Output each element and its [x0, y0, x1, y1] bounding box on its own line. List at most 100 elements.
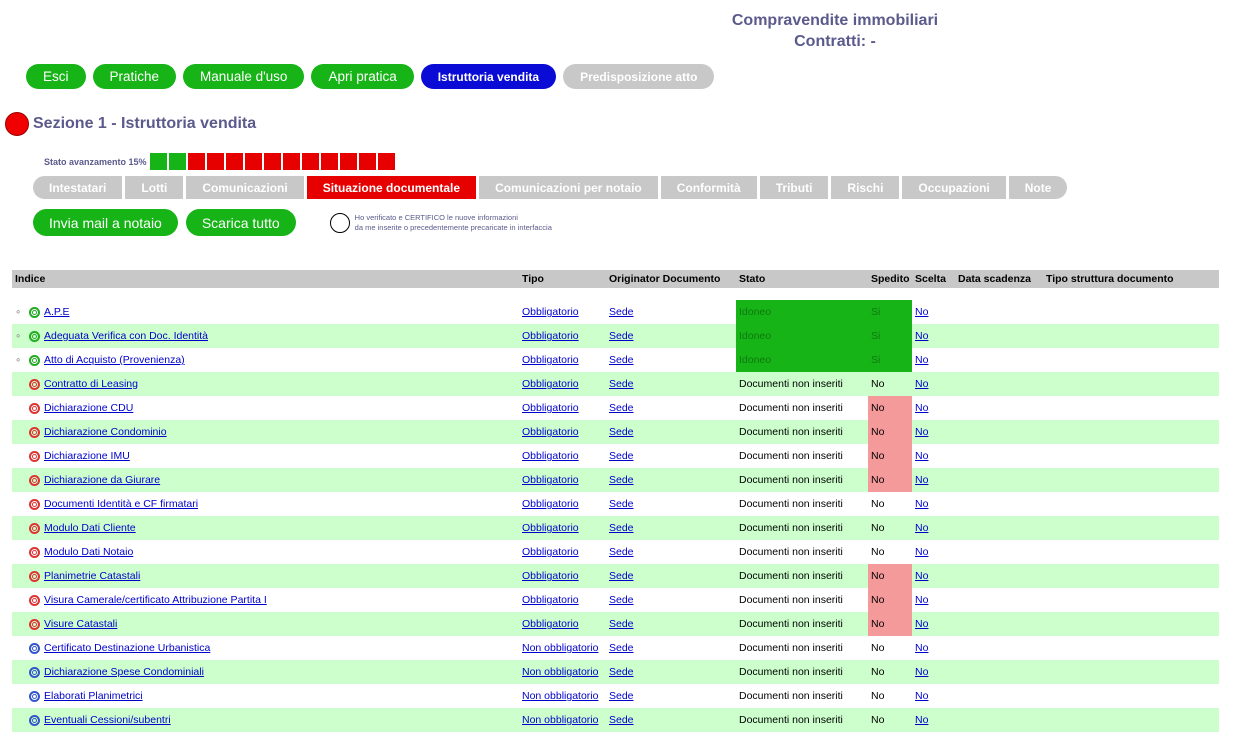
scelta-link[interactable]: No — [915, 474, 928, 486]
tipo-link[interactable]: Obbligatorio — [522, 570, 579, 582]
tipo-link[interactable]: Obbligatorio — [522, 402, 579, 414]
originator-link[interactable]: Sede — [609, 426, 634, 438]
scelta-link[interactable]: No — [915, 354, 928, 366]
col-indice[interactable]: Indice — [12, 270, 519, 288]
col-data-scadenza[interactable]: Data scadenza — [955, 270, 1043, 288]
tipo-link[interactable]: Obbligatorio — [522, 618, 579, 630]
tipo-link[interactable]: Non obbligatorio — [522, 714, 598, 726]
document-link[interactable]: Eventuali Cessioni/subentri — [44, 714, 171, 726]
tipo-link[interactable]: Obbligatorio — [522, 354, 579, 366]
document-link[interactable]: Dichiarazione CDU — [44, 402, 133, 414]
originator-link[interactable]: Sede — [609, 498, 634, 510]
originator-link[interactable]: Sede — [609, 402, 634, 414]
tipo-link[interactable]: Obbligatorio — [522, 522, 579, 534]
tab-rischi[interactable]: Rischi — [831, 176, 900, 199]
scelta-link[interactable]: No — [915, 666, 928, 678]
send-mail-button[interactable]: Invia mail a notaio — [33, 209, 178, 236]
originator-link[interactable]: Sede — [609, 354, 634, 366]
tab-predisposizione-atto[interactable]: Predisposizione atto — [563, 64, 715, 89]
scelta-link[interactable]: No — [915, 522, 928, 534]
document-link[interactable]: A.P.E — [44, 306, 70, 318]
originator-link[interactable]: Sede — [609, 306, 634, 318]
col-stato[interactable]: Stato — [736, 270, 868, 288]
originator-link[interactable]: Sede — [609, 714, 634, 726]
originator-link[interactable]: Sede — [609, 642, 634, 654]
document-link[interactable]: Dichiarazione Condominio — [44, 426, 167, 438]
col-scelta[interactable]: Scelta — [912, 270, 955, 288]
tab-tributi[interactable]: Tributi — [759, 176, 829, 199]
document-link[interactable]: Modulo Dati Notaio — [44, 546, 133, 558]
document-link[interactable]: Adeguata Verifica con Doc. Identità — [44, 330, 208, 342]
tipo-link[interactable]: Non obbligatorio — [522, 642, 598, 654]
apri-pratica-button[interactable]: Apri pratica — [311, 64, 414, 89]
originator-link[interactable]: Sede — [609, 666, 634, 678]
certify-radio[interactable] — [329, 212, 350, 233]
originator-link[interactable]: Sede — [609, 522, 634, 534]
document-link[interactable]: Certificato Destinazione Urbanistica — [44, 642, 210, 654]
document-link[interactable]: Visura Camerale/certificato Attribuzione… — [44, 594, 267, 606]
tipo-link[interactable]: Obbligatorio — [522, 498, 579, 510]
tab-lotti[interactable]: Lotti — [125, 176, 184, 199]
tab-situazione-documentale[interactable]: Situazione documentale — [306, 176, 477, 199]
tab-comunicazioni[interactable]: Comunicazioni — [186, 176, 304, 199]
tipo-link[interactable]: Obbligatorio — [522, 450, 579, 462]
scelta-link[interactable]: No — [915, 690, 928, 702]
document-link[interactable]: Dichiarazione IMU — [44, 450, 130, 462]
scelta-link[interactable]: No — [915, 498, 928, 510]
originator-link[interactable]: Sede — [609, 450, 634, 462]
originator-link[interactable]: Sede — [609, 690, 634, 702]
scelta-link[interactable]: No — [915, 330, 928, 342]
document-link[interactable]: Contratto di Leasing — [44, 378, 138, 390]
scelta-link[interactable]: No — [915, 594, 928, 606]
tipo-link[interactable]: Obbligatorio — [522, 546, 579, 558]
document-link[interactable]: Documenti Identità e CF firmatari — [44, 498, 198, 510]
document-link[interactable]: Elaborati Planimetrici — [44, 690, 143, 702]
tab-note[interactable]: Note — [1008, 176, 1068, 199]
scelta-link[interactable]: No — [915, 402, 928, 414]
scelta-link[interactable]: No — [915, 714, 928, 726]
originator-link[interactable]: Sede — [609, 546, 634, 558]
scelta-link[interactable]: No — [915, 618, 928, 630]
scelta-link[interactable]: No — [915, 306, 928, 318]
tab-intestatari[interactable]: Intestatari — [33, 176, 123, 199]
scelta-link[interactable]: No — [915, 570, 928, 582]
col-originator[interactable]: Originator Documento — [606, 270, 736, 288]
document-link[interactable]: Planimetrie Catastali — [44, 570, 140, 582]
tipo-link[interactable]: Obbligatorio — [522, 378, 579, 390]
tipo-link[interactable]: Obbligatorio — [522, 330, 579, 342]
status-ring-icon — [29, 330, 40, 342]
col-tipo[interactable]: Tipo — [519, 270, 606, 288]
tab-conformita[interactable]: Conformità — [660, 176, 757, 199]
originator-link[interactable]: Sede — [609, 594, 634, 606]
tipo-link[interactable]: Non obbligatorio — [522, 666, 598, 678]
originator-link[interactable]: Sede — [609, 330, 634, 342]
pratiche-button[interactable]: Pratiche — [92, 64, 177, 89]
scelta-link[interactable]: No — [915, 426, 928, 438]
tipo-link[interactable]: Obbligatorio — [522, 594, 579, 606]
tipo-link[interactable]: Obbligatorio — [522, 474, 579, 486]
scelta-link[interactable]: No — [915, 642, 928, 654]
document-link[interactable]: Dichiarazione da Giurare — [44, 474, 160, 486]
esci-button[interactable]: Esci — [26, 64, 86, 89]
document-link[interactable]: Dichiarazione Spese Condominiali — [44, 666, 204, 678]
document-link[interactable]: Visure Catastali — [44, 618, 117, 630]
scelta-link[interactable]: No — [915, 546, 928, 558]
manuale-button[interactable]: Manuale d'uso — [183, 64, 305, 89]
originator-link[interactable]: Sede — [609, 474, 634, 486]
tipo-link[interactable]: Obbligatorio — [522, 306, 579, 318]
tipo-link[interactable]: Non obbligatorio — [522, 690, 598, 702]
scelta-link[interactable]: No — [915, 378, 928, 390]
originator-link[interactable]: Sede — [609, 378, 634, 390]
download-all-button[interactable]: Scarica tutto — [185, 209, 296, 236]
col-spedito[interactable]: Spedito — [868, 270, 912, 288]
tab-comunicazioni-notaio[interactable]: Comunicazioni per notaio — [479, 176, 658, 199]
scelta-link[interactable]: No — [915, 450, 928, 462]
tab-occupazioni[interactable]: Occupazioni — [902, 176, 1006, 199]
col-tipo-struttura[interactable]: Tipo struttura documento — [1043, 270, 1219, 288]
tab-istruttoria-vendita[interactable]: Istruttoria vendita — [420, 64, 557, 89]
originator-link[interactable]: Sede — [609, 618, 634, 630]
originator-link[interactable]: Sede — [609, 570, 634, 582]
document-link[interactable]: Modulo Dati Cliente — [44, 522, 136, 534]
document-link[interactable]: Atto di Acquisto (Provenienza) — [44, 354, 185, 366]
tipo-link[interactable]: Obbligatorio — [522, 426, 579, 438]
